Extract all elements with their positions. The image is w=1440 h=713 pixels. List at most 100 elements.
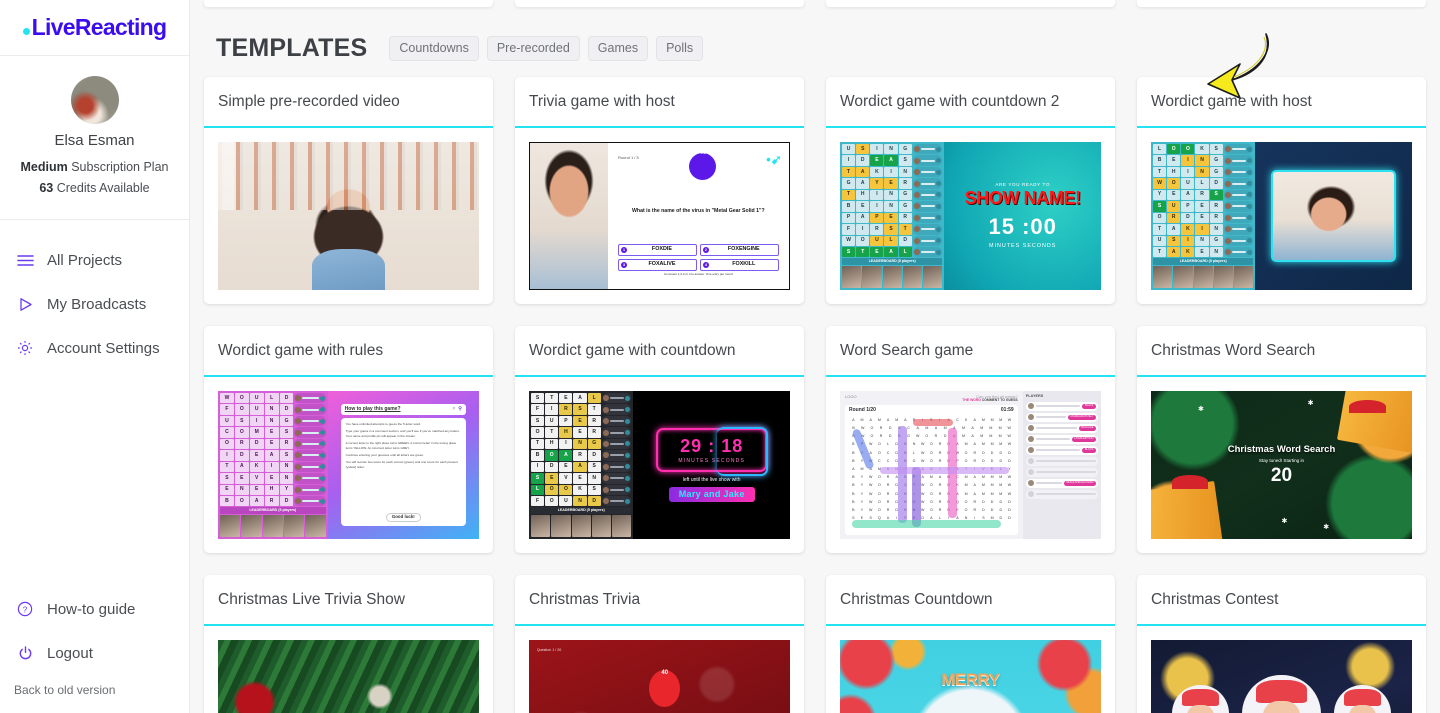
wordict-letter-cell: T xyxy=(842,189,856,201)
template-card[interactable]: Wordict game with rules WOULDFOUNDUSINGC… xyxy=(204,326,493,553)
wordict-letter-cell: N xyxy=(279,461,294,473)
sidebar-item-how-to-guide[interactable]: ? How-to guide xyxy=(0,587,189,631)
wordict-letter-cell: N xyxy=(1195,155,1209,166)
template-card[interactable]: Wordict game with host LOOKSBEINGTHINGWO… xyxy=(1137,77,1426,304)
wordict-row: ORDER xyxy=(220,438,326,450)
template-card[interactable]: Christmas Live Trivia Show xyxy=(204,575,493,713)
wordict-letter-cell: L xyxy=(1153,144,1167,155)
wordict-player-tag xyxy=(294,415,326,427)
wordict-letter-cell: E xyxy=(559,393,573,404)
wordict-player-tag xyxy=(601,404,632,415)
word-search-letter: W xyxy=(1007,483,1012,488)
wordict-letter-cell: E xyxy=(249,450,264,461)
word-search-letter: O xyxy=(877,491,881,496)
word-search-letter: W xyxy=(921,442,925,447)
wordict-letter-cell: R xyxy=(573,450,587,461)
filter-pill-pre-recorded[interactable]: Pre-recorded xyxy=(486,36,580,61)
player-row xyxy=(1025,467,1098,477)
wordict-letter-cell: S xyxy=(1167,235,1181,246)
gear-icon xyxy=(14,337,36,359)
wordict-letter-cell: D xyxy=(234,450,249,461)
word-search-letter: A xyxy=(904,417,907,422)
sidebar-item-logout[interactable]: Logout xyxy=(0,631,189,675)
thumb-neon-countdown-panel: 29 : 18 MINUTES SECONDS left until the l… xyxy=(633,391,790,539)
wordict-player-tag xyxy=(294,427,326,438)
sidebar-item-account-settings[interactable]: Account Settings xyxy=(0,326,189,370)
wordict-letter-cell: T xyxy=(545,427,559,438)
word-search-letter: M xyxy=(998,425,1002,430)
word-search-letter: W xyxy=(1007,475,1012,480)
avatar xyxy=(1333,685,1392,713)
wordict-letter-cell: U xyxy=(249,393,264,404)
answer-number: 4 xyxy=(702,262,709,269)
wordict-row: STEAL xyxy=(842,246,943,258)
wordict-row: IDEAS xyxy=(842,155,943,166)
filter-pill-polls[interactable]: Polls xyxy=(656,36,704,61)
wordict-letter-cell: N xyxy=(884,201,898,212)
back-to-old-version-link[interactable]: Back to old version xyxy=(0,675,189,705)
template-card[interactable]: Christmas Word Search ✱ ✱ ✱ ✱ Christmas … xyxy=(1137,326,1426,553)
template-card[interactable]: Wordict game with countdown 2 USINGIDEAS… xyxy=(826,77,1115,304)
template-card[interactable]: Trivia game with host Round 1 / 5 40 •➹ … xyxy=(515,77,804,304)
wordict-letter-cell: H xyxy=(856,189,870,201)
word-search-letter: G xyxy=(912,458,916,463)
wordict-letter-cell: O xyxy=(220,438,234,450)
template-thumbnail: LOGO Can you find all words? THE WORD CO… xyxy=(840,391,1101,539)
template-card[interactable]: Word Search game LOGO Can you find all w… xyxy=(826,326,1115,553)
wordict-player-tag xyxy=(1223,166,1254,178)
template-card-body xyxy=(204,626,493,713)
word-search-letter: W xyxy=(868,483,873,488)
avatar[interactable] xyxy=(70,76,119,124)
template-card[interactable]: Christmas Countdown MERRY xyxy=(826,575,1115,713)
page-title: TEMPLATES xyxy=(216,34,368,62)
word-search-letter: B xyxy=(852,507,855,512)
wordict-letter-cell: P xyxy=(842,212,856,224)
wordict-letter-cell: E xyxy=(1195,201,1209,212)
word-search-letter: Y xyxy=(860,483,864,488)
app-root: LiveReacting Elsa Esman Medium Subscript… xyxy=(0,0,1440,713)
wordict-letter-cell: N xyxy=(573,438,587,450)
template-card[interactable]: Christmas Contest xyxy=(1137,575,1426,713)
sidebar-item-all-projects[interactable]: All Projects xyxy=(0,238,189,282)
player-row: UNIMAGINATIVELY xyxy=(1025,412,1098,422)
word-search-row: BWORDBGWORDAMAMMMW xyxy=(849,433,1014,441)
wordict-player-tag xyxy=(294,473,326,484)
thumb-subtitle: Stay tuned! Starting in xyxy=(1258,457,1305,463)
sidebar-item-label: Account Settings xyxy=(47,339,160,357)
thumb-rules-search-bar: How to play this game? × ⚲ xyxy=(340,404,466,416)
brand-logo[interactable]: LiveReacting xyxy=(0,0,189,56)
wordict-letter-cell: D xyxy=(1181,212,1195,224)
thumb-title: Christmas Word Search xyxy=(1227,444,1336,456)
sidebar-item-my-broadcasts[interactable]: My Broadcasts xyxy=(0,282,189,326)
wordict-letter-cell: O xyxy=(234,427,249,438)
wordict-letter-cell: O xyxy=(234,495,249,507)
wordict-letter-cell: T xyxy=(898,224,912,235)
wordict-letter-cell: K xyxy=(1181,224,1195,235)
wordict-letter-cell: D xyxy=(587,450,601,461)
word-search-letter: O xyxy=(964,507,968,512)
wordict-letter-cell: E xyxy=(1167,155,1181,166)
word-search-letter: C xyxy=(956,417,959,422)
wordict-letter-cell: R xyxy=(898,178,912,189)
template-card[interactable]: Wordict game with countdown STEALFIRSTSU… xyxy=(515,326,804,553)
thumb-badge-dark: COMMENT TO GUESS xyxy=(981,398,1018,402)
template-thumbnail: STEALFIRSTSUPEROTHERTHINGBOARDIDEASSEVEN… xyxy=(529,391,790,539)
wordict-player-tag xyxy=(1223,224,1254,235)
wordict-player-tag xyxy=(601,427,632,438)
template-card-title: Wordict game with rules xyxy=(218,342,384,359)
wordict-letter-cell: E xyxy=(559,461,573,473)
avatar xyxy=(1027,480,1034,487)
wordict-player-tag xyxy=(912,246,943,258)
wordict-player-tag xyxy=(1223,144,1254,155)
wordict-player-tag xyxy=(912,235,943,246)
template-card[interactable]: Simple pre-recorded video xyxy=(204,77,493,304)
template-card[interactable]: Christmas Trivia Question 1 / 20 40 xyxy=(515,575,804,713)
word-search-letter: M xyxy=(980,434,984,439)
wordict-letter-cell: O xyxy=(234,393,249,404)
wordict-letter-cell: N xyxy=(1209,246,1223,258)
rule-item: You have unlimited attempts to guess the… xyxy=(345,422,422,427)
filter-pill-countdowns[interactable]: Countdowns xyxy=(389,36,479,61)
filter-pill-games[interactable]: Games xyxy=(587,36,649,61)
wordict-letter-cell: T xyxy=(1153,224,1167,235)
wordict-row: ENEHY xyxy=(220,484,326,495)
